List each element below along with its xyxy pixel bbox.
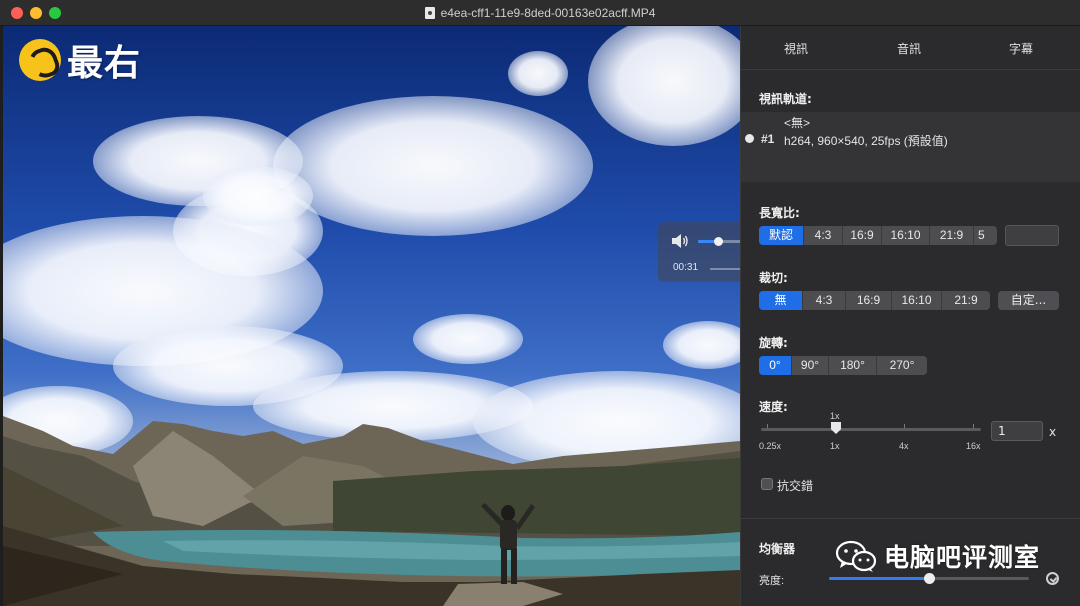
tab-subtitles[interactable]: 字幕 xyxy=(1009,40,1033,57)
speaker-icon[interactable] xyxy=(671,233,689,249)
video-track-label: 視訊軌道: xyxy=(759,92,812,106)
mountain-lake-landscape xyxy=(3,416,740,606)
crop-option-21-9[interactable]: 21:9 xyxy=(942,291,990,310)
watermark: 电脑吧评测室 xyxy=(836,538,1040,574)
speed-current-marker: 1x xyxy=(830,411,840,421)
volume-slider[interactable] xyxy=(698,237,740,246)
volume-knob[interactable] xyxy=(714,237,724,246)
aspect-option-21-9[interactable]: 21:9 xyxy=(930,226,974,245)
aspect-option-4-3[interactable]: 4:3 xyxy=(804,226,843,245)
speed-tick xyxy=(767,424,768,428)
video-settings-panel: 視訊 音訊 字幕 視訊軌道: <無> #1 h264, 960×540, 25f… xyxy=(740,26,1080,606)
aspect-option-16-9[interactable]: 16:9 xyxy=(843,226,882,245)
wechat-icon xyxy=(836,540,876,572)
title-bar: e4ea-cff1-11e9-8ded-00163e02acff.MP4 xyxy=(0,0,1080,26)
rotate-label: 旋轉: xyxy=(759,336,788,350)
selected-track-dot xyxy=(745,134,754,143)
brightness-reset-icon[interactable] xyxy=(1046,572,1059,585)
crop-option-16-9[interactable]: 16:9 xyxy=(846,291,892,310)
equalizer-label: 均衡器 xyxy=(759,542,796,556)
video-frame[interactable]: 最右 00:31 xyxy=(3,26,740,606)
speed-unit: x xyxy=(1049,425,1057,439)
seek-bar[interactable] xyxy=(710,268,740,270)
crop-selector: 無 4:3 16:9 16:10 21:9 xyxy=(759,291,990,310)
speed-label: 速度: xyxy=(759,400,788,414)
speed-tick-label: 4x xyxy=(899,441,909,451)
aspect-option-default[interactable]: 默認 xyxy=(759,226,804,245)
aspect-custom-field[interactable] xyxy=(1005,225,1059,246)
brightness-fill xyxy=(829,577,929,580)
video-file-icon xyxy=(424,7,435,19)
brightness-knob[interactable] xyxy=(924,573,935,584)
crop-option-16-10[interactable]: 16:10 xyxy=(892,291,942,310)
speed-tick xyxy=(973,424,974,428)
speed-slider[interactable] xyxy=(761,428,981,431)
track-number: #1 xyxy=(761,132,775,146)
app-logo: 最右 xyxy=(19,34,141,86)
track-option-none[interactable]: <無> xyxy=(784,114,810,131)
rotate-selector: 0° 90° 180° 270° xyxy=(759,356,927,375)
squid-logo-icon xyxy=(19,39,61,81)
section-divider xyxy=(741,518,1080,519)
speed-tick xyxy=(904,424,905,428)
tab-video[interactable]: 視訊 xyxy=(784,40,808,57)
aspect-option-16-10[interactable]: 16:10 xyxy=(882,226,930,245)
aspect-ratio-selector: 默認 4:3 16:9 16:10 21:9 5 xyxy=(759,226,997,245)
brightness-label: 亮度: xyxy=(759,575,785,587)
deinterlace-checkbox[interactable] xyxy=(761,478,773,490)
rotate-option-270[interactable]: 270° xyxy=(877,356,927,375)
rotate-option-90[interactable]: 90° xyxy=(792,356,829,375)
aspect-ratio-label: 長寬比: xyxy=(759,206,800,220)
crop-option-none[interactable]: 無 xyxy=(759,291,803,310)
tab-audio[interactable]: 音訊 xyxy=(897,40,921,57)
current-time: 00:31 xyxy=(673,262,699,273)
track-option-1[interactable]: h264, 960×540, 25fps (預設值) xyxy=(784,132,948,149)
speed-value-field[interactable]: 1 xyxy=(991,421,1043,441)
panel-tabs: 視訊 音訊 字幕 xyxy=(741,26,1080,70)
logo-text: 最右 xyxy=(67,43,142,84)
crop-custom-button[interactable]: 自定... xyxy=(998,291,1059,310)
rotate-option-0[interactable]: 0° xyxy=(759,356,792,375)
speed-tick-label: 16x xyxy=(966,441,981,451)
aspect-option-5[interactable]: 5 xyxy=(974,226,997,245)
window-title: e4ea-cff1-11e9-8ded-00163e02acff.MP4 xyxy=(440,6,656,20)
speed-slider-knob[interactable] xyxy=(831,422,841,434)
speed-tick-label: 0.25x xyxy=(759,441,782,451)
speed-tick-label: 1x xyxy=(830,441,840,451)
deinterlace-label: 抗交錯 xyxy=(777,479,814,493)
watermark-text: 电脑吧评测室 xyxy=(884,543,1041,572)
volume-hud: 00:31 xyxy=(658,222,740,282)
rotate-option-180[interactable]: 180° xyxy=(829,356,877,375)
brightness-slider[interactable] xyxy=(829,573,1029,584)
window-title-area: e4ea-cff1-11e9-8ded-00163e02acff.MP4 xyxy=(0,6,1080,20)
crop-option-4-3[interactable]: 4:3 xyxy=(803,291,846,310)
crop-label: 裁切: xyxy=(759,271,788,285)
